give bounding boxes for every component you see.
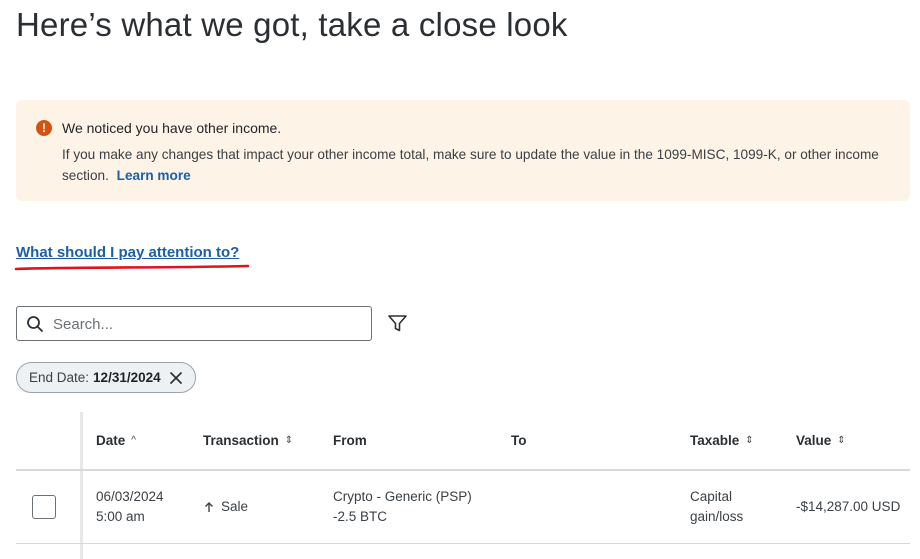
column-header-label: From (333, 433, 367, 448)
column-divider (80, 412, 83, 559)
chip-value: 12/31/2024 (93, 370, 161, 385)
column-header-label: Value (796, 433, 832, 448)
column-header-taxable[interactable]: Taxable ⇕ (690, 433, 754, 448)
search-icon (27, 316, 43, 332)
search-box (16, 306, 372, 341)
column-header-transaction[interactable]: Transaction ⇕ (203, 433, 293, 448)
column-header-label: Taxable (690, 433, 740, 448)
warning-icon: ! (36, 120, 52, 136)
page-title: Here’s what we got, take a close look (16, 6, 568, 43)
taxable-line-1: Capital (690, 489, 733, 504)
learn-more-link[interactable]: Learn more (117, 168, 191, 183)
cell-transaction: Sale (203, 497, 248, 517)
close-icon[interactable] (169, 371, 183, 385)
alert-title: We noticed you have other income. (62, 120, 282, 136)
chip-label: End Date: (29, 370, 90, 385)
sort-asc-icon: ^ (131, 435, 136, 446)
cell-taxable: Capital gain/loss (690, 487, 743, 527)
row-divider (16, 543, 910, 544)
pay-attention-link[interactable]: What should I pay attention to? (16, 244, 239, 261)
alert-body: If you make any changes that impact your… (62, 144, 892, 186)
from-name: Crypto - Generic (PSP) (333, 489, 472, 504)
cell-from: Crypto - Generic (PSP) -2.5 BTC (333, 487, 472, 527)
column-header-value[interactable]: Value ⇕ (796, 433, 846, 448)
from-amount: -2.5 BTC (333, 509, 388, 524)
arrow-up-icon (205, 502, 213, 512)
column-header-label: To (511, 433, 527, 448)
cell-date: 06/03/2024 5:00 am (96, 487, 164, 527)
column-header-label: Date (96, 433, 126, 448)
time-text: 5:00 am (96, 509, 145, 524)
end-date-filter-chip: End Date: 12/31/2024 (16, 362, 196, 393)
sort-icon: ⇕ (837, 435, 846, 446)
sort-icon: ⇕ (745, 435, 754, 446)
red-underline-annotation (14, 264, 250, 271)
date-text: 06/03/2024 (96, 489, 164, 504)
row-checkbox[interactable] (32, 495, 56, 519)
column-header-to: To (511, 433, 527, 448)
search-input[interactable] (53, 313, 353, 335)
transactions-table: Date ^ Transaction ⇕ From To Taxable ⇕ V… (16, 412, 920, 559)
other-income-alert: ! We noticed you have other income. If y… (16, 100, 910, 201)
filter-icon[interactable] (387, 313, 408, 334)
header-divider (16, 469, 910, 471)
cell-value: -$14,287.00 USD (796, 499, 901, 514)
column-header-from: From (333, 433, 367, 448)
transaction-text: Sale (221, 499, 249, 514)
column-header-date[interactable]: Date ^ (96, 433, 136, 448)
sort-icon: ⇕ (284, 435, 294, 446)
taxable-line-2: gain/loss (690, 509, 744, 524)
column-header-label: Transaction (203, 433, 279, 448)
